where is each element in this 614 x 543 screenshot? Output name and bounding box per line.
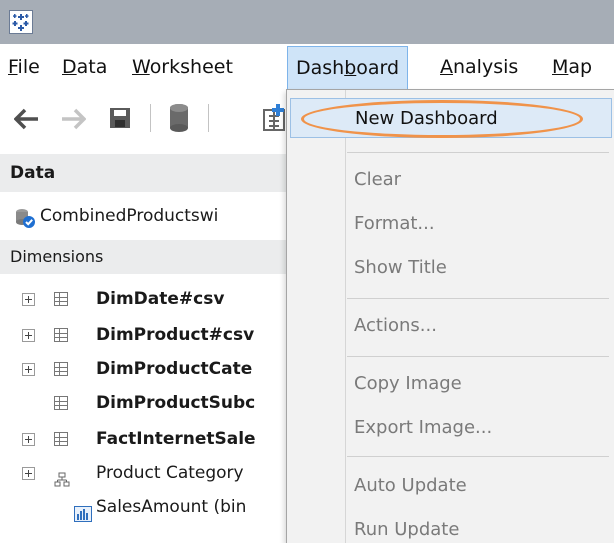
menu-separator: [347, 152, 609, 153]
tree-item-dimproduct[interactable]: DimProduct#csv: [0, 318, 290, 352]
menu-item-clear[interactable]: Clear: [290, 160, 612, 200]
tree-item-factinternetsales[interactable]: FactInternetSale: [0, 422, 290, 456]
forward-arrow-icon[interactable]: [60, 108, 87, 134]
menu-item-actions[interactable]: Actions...: [290, 306, 612, 346]
menu-item-show-title[interactable]: Show Title: [290, 248, 612, 288]
new-worksheet-icon[interactable]: [262, 104, 288, 136]
table-icon: [54, 292, 68, 306]
expand-icon[interactable]: [22, 363, 35, 376]
tree-item-dimproductcategory[interactable]: DimProductCate: [0, 352, 290, 386]
menu-dashboard[interactable]: Dashboard: [287, 46, 409, 90]
menu-file[interactable]: File: [8, 54, 40, 80]
menu-data[interactable]: Data: [62, 54, 107, 80]
menu-item-new-dashboard[interactable]: New Dashboard: [290, 98, 612, 138]
back-arrow-icon[interactable]: [13, 108, 40, 134]
tree-item-dimproductsubcategory[interactable]: DimProductSubc: [0, 386, 290, 420]
menu-item-export-image[interactable]: Export Image...: [290, 408, 612, 448]
tree-item-dimdate[interactable]: DimDate#csv: [0, 282, 290, 316]
expand-icon[interactable]: [22, 467, 35, 480]
table-icon: [54, 328, 68, 342]
database-icon[interactable]: [168, 103, 190, 137]
expand-icon[interactable]: [22, 293, 35, 306]
table-icon: [54, 362, 68, 376]
datasource-label: CombinedProductswi: [40, 206, 219, 226]
menu-item-format[interactable]: Format...: [290, 204, 612, 244]
dimensions-header: Dimensions: [0, 240, 290, 274]
menu-separator: [347, 456, 609, 457]
expand-icon[interactable]: [22, 433, 35, 446]
expand-icon[interactable]: [22, 329, 35, 342]
datasource-icon: [14, 206, 36, 242]
menu-item-run-update[interactable]: Run Update: [290, 510, 612, 543]
menu-bar: File Data Worksheet Dashboard Analysis M…: [0, 44, 614, 90]
dashboard-dropdown-menu: New Dashboard Clear Format... Show Title…: [286, 89, 614, 543]
toolbar: [0, 90, 290, 150]
menu-separator: [347, 298, 609, 299]
bin-chart-icon: [74, 500, 92, 534]
table-icon: [54, 396, 68, 410]
data-pane-header: Data: [0, 154, 290, 192]
tree-item-product-category[interactable]: Product Category: [0, 456, 290, 490]
menu-analysis[interactable]: Analysis: [440, 54, 518, 80]
menu-item-auto-update[interactable]: Auto Update: [290, 466, 612, 506]
menu-separator: [347, 356, 609, 357]
tree-item-salesamount-bin[interactable]: SalesAmount (bin: [0, 490, 290, 524]
app-icon: [9, 10, 33, 34]
title-bar: [0, 0, 614, 44]
menu-worksheet[interactable]: Worksheet: [132, 54, 233, 80]
menu-map[interactable]: Map: [552, 54, 592, 80]
save-icon[interactable]: [108, 106, 132, 134]
table-icon: [54, 432, 68, 446]
datasource-item[interactable]: CombinedProductswi: [0, 198, 290, 234]
data-pane: Data CombinedProductswi Dimensions DimDa…: [0, 150, 290, 543]
menu-item-copy-image[interactable]: Copy Image: [290, 364, 612, 404]
